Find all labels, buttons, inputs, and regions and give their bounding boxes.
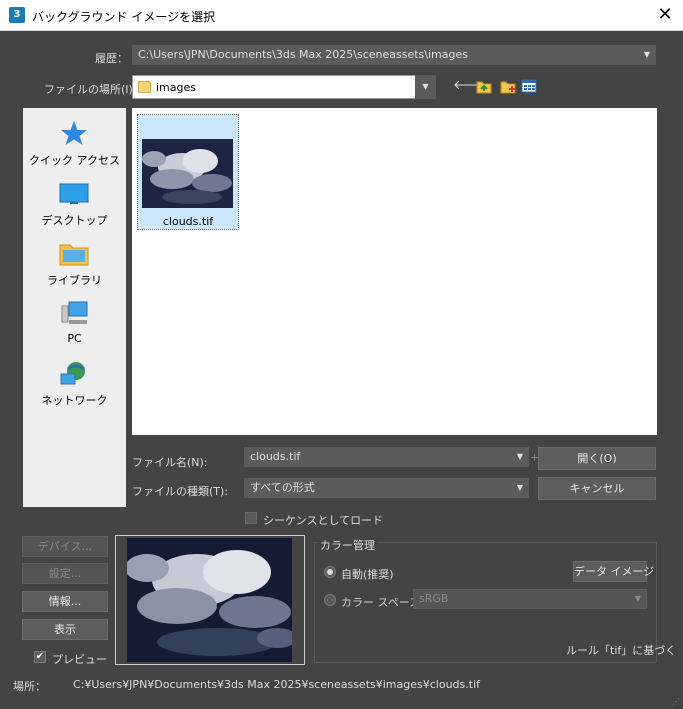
file-item[interactable]: clouds.tif [137,114,239,230]
desktop-icon [59,180,89,206]
open-button[interactable]: 開く(O) [538,447,656,470]
preview-panel [115,535,305,665]
sequence-label: シーケンスとしてロード [263,514,384,527]
file-name: clouds.tif [162,215,214,228]
title-bar: 3 バックグラウンド イメージを選択 ✕ [0,0,683,31]
library-icon [59,240,89,266]
filename-label: ファイル名(N): [132,456,208,469]
color-space-label: カラー スペース: [341,596,424,609]
filetype-dropdown[interactable]: すべての形式 ▼ [244,478,529,498]
chevron-down-icon: ▼ [516,452,523,461]
data-image-button[interactable]: データ イメージ [573,561,654,582]
chevron-down-icon[interactable]: ▼ [415,75,436,99]
preview-label: プレビュー [52,653,107,666]
cancel-button[interactable]: キャンセル [538,477,656,500]
folder-icon [138,81,151,93]
place-label: ネットワーク [41,394,108,407]
places-bar: クイック アクセス デスクトップ ライブラリ PC ネットワーク [23,108,126,507]
pc-icon [59,300,89,326]
color-management-title: カラー管理 [318,537,377,553]
place-label: デスクトップ [41,214,108,227]
place-network[interactable]: ネットワーク [23,354,126,412]
place-desktop[interactable]: デスクトップ [23,174,126,232]
location-label: ファイルの場所(I): [44,83,137,96]
color-space-radio[interactable] [324,594,336,606]
star-icon [59,120,89,146]
back-icon[interactable]: 🡐 [453,77,488,95]
new-folder-icon[interactable] [499,77,517,95]
info-button[interactable]: 情報... [22,591,108,612]
filename-input[interactable]: clouds.tif ▼ [244,447,529,467]
history-dropdown[interactable]: C:\Users\JPN\Documents\3ds Max 2025\scen… [132,45,656,65]
preview-checkbox[interactable]: ✔ [34,651,46,663]
place-libraries[interactable]: ライブラリ [23,234,126,292]
color-space-value: sRGB [419,592,449,605]
history-label: 履歴： [95,52,128,65]
window-title: バックグラウンド イメージを選択 [32,10,216,24]
location-dropdown[interactable]: images [132,75,436,99]
chevron-down-icon: ▼ [643,50,650,59]
path-value: C:¥Users¥JPN¥Documents¥3ds Max 2025¥scen… [73,678,480,691]
auto-radio[interactable] [324,566,336,578]
devices-button[interactable]: デバイス... [22,536,108,557]
location-value: images [156,81,196,94]
network-icon [59,360,89,386]
filetype-value: すべての形式 [250,481,315,494]
color-space-dropdown[interactable]: sRGB ▼ [413,589,647,609]
file-thumbnail [142,139,233,208]
3ds-max-icon: 3 [9,7,25,23]
place-label: PC [67,332,82,345]
path-label: 場所： [13,680,46,693]
place-quick-access[interactable]: クイック アクセス [23,114,126,172]
resize-grip-icon[interactable]: ⋰ [672,697,681,706]
auto-label: 自動(推奨) [341,568,394,581]
chevron-down-icon: ▼ [516,483,523,492]
history-value: C:\Users\JPN\Documents\3ds Max 2025\scen… [138,48,468,61]
view-button[interactable]: 表示 [22,619,108,640]
place-label: クイック アクセス [29,154,120,167]
filename-value: clouds.tif [250,450,301,463]
chevron-down-icon: ▼ [634,594,641,603]
sequence-checkbox[interactable] [245,512,257,524]
file-list[interactable]: clouds.tif [132,108,657,435]
setup-button[interactable]: 設定... [22,563,108,584]
color-rule-text: ルール「tif」に基づく [566,644,677,657]
place-pc[interactable]: PC [23,294,126,352]
place-label: ライブラリ [47,274,102,287]
view-menu-icon[interactable] [521,77,539,95]
filetype-label: ファイルの種類(T): [132,485,229,498]
up-folder-icon[interactable] [475,77,493,95]
close-button[interactable]: ✕ [652,4,678,26]
preview-image [127,538,292,662]
